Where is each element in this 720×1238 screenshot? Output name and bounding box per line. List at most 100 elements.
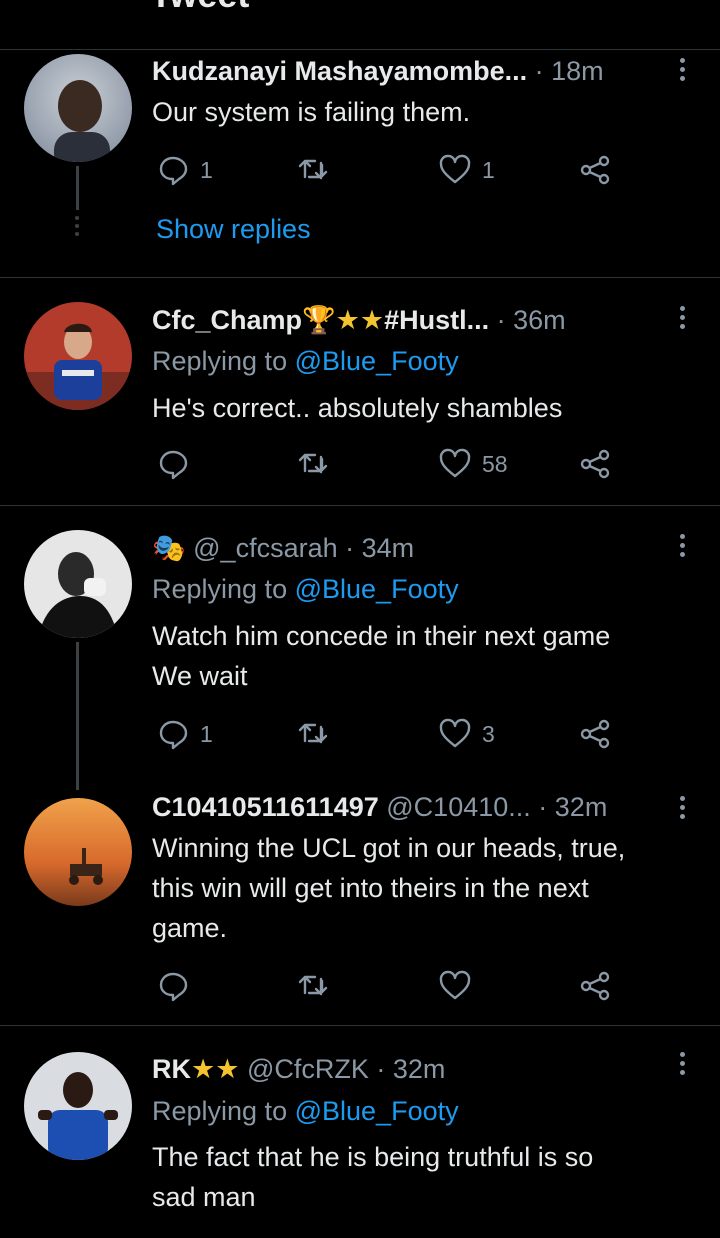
timestamp[interactable]: 32m (555, 792, 608, 822)
username[interactable]: @_cfcsarah (193, 533, 337, 563)
page-title: Tweet (150, 0, 249, 16)
heart-icon (439, 154, 471, 184)
timestamp[interactable]: 32m (393, 1054, 446, 1084)
reply-icon (159, 972, 188, 1002)
username[interactable]: @CfcRZK (247, 1054, 369, 1084)
tweet-header: Kudzanayi Mashayamombe... · 18m (152, 56, 696, 92)
tweet-header: C10410511611497 @C10410... · 32m (152, 792, 696, 828)
retweet-icon (298, 453, 328, 474)
heart-icon (439, 448, 471, 478)
avatar[interactable] (24, 302, 132, 410)
like-button[interactable]: 1 (438, 150, 495, 190)
tweet-text-line: game. (152, 913, 228, 943)
replying-to-label: Replying to (152, 574, 288, 604)
replying-to: Replying to @Blue_Footy (152, 1096, 459, 1127)
display-name-suffix: #Hustl... (384, 305, 490, 335)
more-options-icon[interactable] (680, 534, 686, 561)
share-icon (580, 719, 610, 749)
tweet-actions: 1 3 (152, 714, 622, 754)
retweet-button[interactable] (296, 444, 340, 484)
top-bar: Tweet (0, 0, 720, 50)
retweet-button[interactable] (296, 966, 340, 1006)
divider (0, 505, 720, 506)
tweet-text-line: Winning the UCL got in our heads, true, (152, 833, 626, 863)
star-icon: ★★ (191, 1054, 240, 1084)
divider (0, 1025, 720, 1026)
show-replies-link[interactable]: Show replies (156, 214, 311, 245)
more-options-icon[interactable] (680, 1052, 686, 1079)
display-name[interactable]: Cfc_Champ (152, 305, 302, 335)
tweet-text-line: Watch him concede in their next game (152, 621, 611, 651)
avatar[interactable] (24, 1052, 132, 1160)
replying-to-label: Replying to (152, 1096, 288, 1126)
divider (0, 277, 720, 278)
tweet-header: 🎭 @_cfcsarah · 34m (152, 532, 696, 568)
heart-icon (439, 970, 471, 1000)
replying-to-user-link[interactable]: @Blue_Footy (295, 346, 459, 376)
reply-button[interactable]: 1 (156, 150, 213, 190)
timestamp[interactable]: 34m (362, 533, 415, 563)
replying-to-label: Replying to (152, 346, 288, 376)
share-button[interactable] (578, 966, 612, 1006)
separator: · (496, 305, 514, 335)
reply-button[interactable] (156, 966, 200, 1006)
avatar[interactable] (24, 54, 132, 162)
separator: · (345, 533, 362, 563)
replying-to-user-link[interactable]: @Blue_Footy (295, 574, 459, 604)
display-name[interactable]: C10410511611497 (152, 792, 379, 822)
more-options-icon[interactable] (680, 58, 686, 85)
replying-to-user-link[interactable]: @Blue_Footy (295, 1096, 459, 1126)
display-name[interactable]: Kudzanayi Mashayamombe... (152, 56, 527, 86)
share-button[interactable] (578, 444, 612, 484)
display-name[interactable]: RK (152, 1054, 191, 1084)
tweet-text-line: We wait (152, 661, 248, 691)
like-count: 58 (482, 450, 508, 477)
tweet-text: He's correct.. absolutely shambles (152, 393, 563, 423)
share-button[interactable] (578, 150, 612, 190)
reply-count: 1 (200, 720, 213, 747)
tweet-actions: 1 1 (152, 150, 622, 190)
like-count: 3 (482, 720, 495, 747)
reply-button[interactable]: 1 (156, 714, 213, 754)
retweet-button[interactable] (296, 714, 340, 754)
reply-count: 1 (200, 156, 213, 183)
like-count: 1 (482, 156, 495, 183)
separator: · (376, 1054, 393, 1084)
tweet-text: Winning the UCL got in our heads, true, … (152, 828, 697, 948)
tweet-text: The fact that he is being truthful is so… (152, 1137, 697, 1217)
retweet-button[interactable] (296, 150, 340, 190)
reply-icon (159, 156, 188, 186)
share-button[interactable] (578, 714, 612, 754)
separator: · (534, 56, 552, 86)
tweet-text: Our system is failing them. (152, 97, 471, 127)
tweet-text-line: sad man (152, 1182, 256, 1212)
tweet-text-line: this win will get into theirs in the nex… (152, 873, 589, 903)
username[interactable]: @C10410... (386, 792, 531, 822)
trophy-emoji-icon: 🏆 (302, 305, 336, 335)
like-button[interactable]: 3 (438, 714, 495, 754)
share-icon (580, 971, 610, 1001)
star-icon: ★★ (335, 305, 385, 335)
timestamp[interactable]: 36m (513, 305, 566, 335)
replying-to: Replying to @Blue_Footy (152, 346, 459, 377)
retweet-icon (298, 159, 328, 180)
reply-icon (159, 720, 188, 750)
reply-button[interactable] (156, 444, 200, 484)
tweet-text: Watch him concede in their next game We … (152, 616, 697, 696)
retweet-icon (298, 975, 328, 996)
replying-to: Replying to @Blue_Footy (152, 574, 459, 605)
more-options-icon[interactable] (680, 306, 686, 333)
tweet-header: RK★★ @CfcRZK · 32m (152, 1054, 696, 1090)
like-button[interactable]: 58 (438, 444, 508, 484)
timestamp[interactable]: 18m (551, 56, 604, 86)
tweet-header: Cfc_Champ🏆★★#Hustl... · 36m (152, 304, 696, 340)
avatar[interactable] (24, 798, 132, 906)
avatar[interactable] (24, 530, 132, 638)
more-options-icon[interactable] (680, 796, 686, 823)
reply-icon (159, 450, 188, 480)
back-arrow-icon[interactable] (40, 0, 62, 8)
share-icon (580, 155, 610, 185)
tweet-actions: 58 (152, 444, 622, 484)
like-button[interactable] (438, 966, 482, 1006)
tweet-text-line: The fact that he is being truthful is so (152, 1142, 594, 1172)
